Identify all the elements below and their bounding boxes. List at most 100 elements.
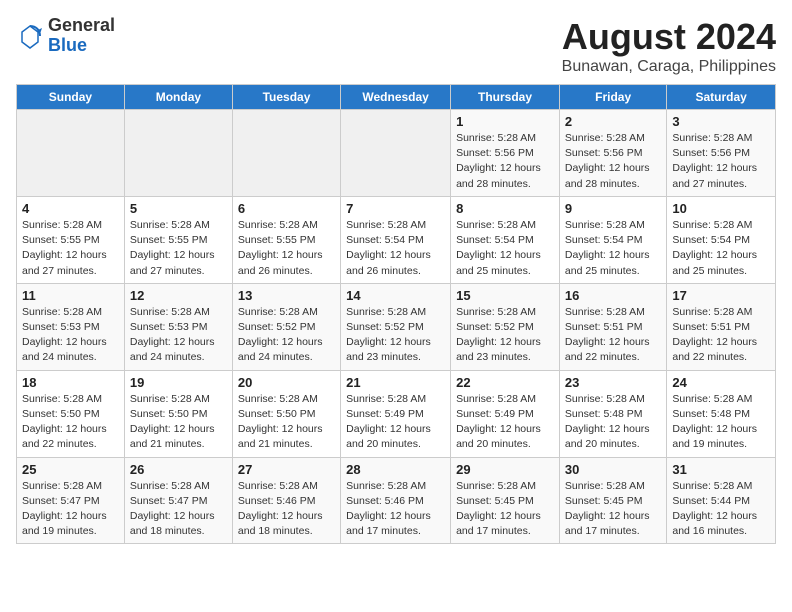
calendar-cell: 26Sunrise: 5:28 AM Sunset: 5:47 PM Dayli…	[124, 457, 232, 544]
cell-date-number: 22	[456, 375, 554, 390]
cell-date-number: 4	[22, 201, 119, 216]
cell-info-text: Sunrise: 5:28 AM Sunset: 5:53 PM Dayligh…	[130, 305, 227, 366]
calendar-cell: 17Sunrise: 5:28 AM Sunset: 5:51 PM Dayli…	[667, 283, 776, 370]
cell-date-number: 23	[565, 375, 661, 390]
calendar-cell: 23 Sunrise: 5:28 AM Sunset: 5:48 PM Dayli…	[559, 370, 666, 457]
calendar-cell: 6 Sunrise: 5:28 AM Sunset: 5:55 PM Daylig…	[232, 196, 340, 283]
cell-date-number: 10	[672, 201, 770, 216]
cell-info-text: Sunrise: 5:28 AM Sunset: 5:54 PM Dayligh…	[456, 218, 554, 279]
calendar-cell: 15 Sunrise: 5:28 AM Sunset: 5:52 PM Dayli…	[451, 283, 560, 370]
cell-info-text: Sunrise: 5:28 AM Sunset: 5:51 PM Dayligh…	[672, 305, 770, 366]
title-block: August 2024 Bunawan, Caraga, Philippines	[562, 16, 776, 76]
cell-date-number: 25	[22, 462, 119, 477]
header-row: SundayMondayTuesdayWednesdayThursdayFrid…	[17, 85, 776, 110]
calendar-cell: 19Sunrise: 5:28 AM Sunset: 5:50 PM Dayli…	[124, 370, 232, 457]
cell-info-text: Sunrise: 5:28 AM Sunset: 5:44 PM Dayligh…	[672, 479, 770, 540]
logo-blue-text: Blue	[48, 36, 115, 56]
calendar-cell: 20 Sunrise: 5:28 AM Sunset: 5:50 PM Dayli…	[232, 370, 340, 457]
calendar-cell: 21 Sunrise: 5:28 AM Sunset: 5:49 PM Dayli…	[341, 370, 451, 457]
calendar-cell: 8Sunrise: 5:28 AM Sunset: 5:54 PM Daylig…	[451, 196, 560, 283]
cell-info-text: Sunrise: 5:28 AM Sunset: 5:46 PM Dayligh…	[238, 479, 335, 540]
calendar-body: 1 Sunrise: 5:28 AM Sunset: 5:56 PM Daylig…	[17, 110, 776, 544]
day-header-thursday: Thursday	[451, 85, 560, 110]
cell-info-text: Sunrise: 5:28 AM Sunset: 5:54 PM Dayligh…	[672, 218, 770, 279]
day-header-saturday: Saturday	[667, 85, 776, 110]
calendar-cell	[124, 110, 232, 197]
calendar-cell: 10 Sunrise: 5:28 AM Sunset: 5:54 PM Dayli…	[667, 196, 776, 283]
calendar-cell: 13 Sunrise: 5:28 AM Sunset: 5:52 PM Dayli…	[232, 283, 340, 370]
calendar-cell: 2 Sunrise: 5:28 AM Sunset: 5:56 PM Daylig…	[559, 110, 666, 197]
calendar-cell: 5 Sunrise: 5:28 AM Sunset: 5:55 PM Daylig…	[124, 196, 232, 283]
cell-date-number: 1	[456, 114, 554, 129]
calendar-cell: 9Sunrise: 5:28 AM Sunset: 5:54 PM Daylig…	[559, 196, 666, 283]
cell-date-number: 21	[346, 375, 445, 390]
cell-date-number: 14	[346, 288, 445, 303]
cell-info-text: Sunrise: 5:28 AM Sunset: 5:48 PM Dayligh…	[565, 392, 661, 453]
logo-icon	[16, 22, 44, 50]
cell-date-number: 29	[456, 462, 554, 477]
page-header: General Blue August 2024 Bunawan, Caraga…	[16, 16, 776, 76]
cell-date-number: 3	[672, 114, 770, 129]
cell-date-number: 31	[672, 462, 770, 477]
calendar-week-4: 18 Sunrise: 5:28 AM Sunset: 5:50 PM Dayli…	[17, 370, 776, 457]
cell-date-number: 6	[238, 201, 335, 216]
calendar-cell: 18 Sunrise: 5:28 AM Sunset: 5:50 PM Dayli…	[17, 370, 125, 457]
cell-date-number: 12	[130, 288, 227, 303]
calendar-week-1: 1 Sunrise: 5:28 AM Sunset: 5:56 PM Daylig…	[17, 110, 776, 197]
cell-date-number: 7	[346, 201, 445, 216]
cell-date-number: 2	[565, 114, 661, 129]
calendar-header: SundayMondayTuesdayWednesdayThursdayFrid…	[17, 85, 776, 110]
cell-info-text: Sunrise: 5:28 AM Sunset: 5:56 PM Dayligh…	[565, 131, 661, 192]
cell-info-text: Sunrise: 5:28 AM Sunset: 5:50 PM Dayligh…	[22, 392, 119, 453]
day-header-wednesday: Wednesday	[341, 85, 451, 110]
calendar-table: SundayMondayTuesdayWednesdayThursdayFrid…	[16, 84, 776, 544]
calendar-cell: 30Sunrise: 5:28 AM Sunset: 5:45 PM Dayli…	[559, 457, 666, 544]
calendar-week-5: 25 Sunrise: 5:28 AM Sunset: 5:47 PM Dayli…	[17, 457, 776, 544]
calendar-cell: 14 Sunrise: 5:28 AM Sunset: 5:52 PM Dayli…	[341, 283, 451, 370]
cell-date-number: 18	[22, 375, 119, 390]
month-title: August 2024	[562, 16, 776, 58]
day-header-tuesday: Tuesday	[232, 85, 340, 110]
cell-info-text: Sunrise: 5:28 AM Sunset: 5:56 PM Dayligh…	[672, 131, 770, 192]
calendar-cell	[232, 110, 340, 197]
cell-info-text: Sunrise: 5:28 AM Sunset: 5:47 PM Dayligh…	[22, 479, 119, 540]
cell-date-number: 16	[565, 288, 661, 303]
calendar-cell	[17, 110, 125, 197]
cell-info-text: Sunrise: 5:28 AM Sunset: 5:52 PM Dayligh…	[238, 305, 335, 366]
cell-info-text: Sunrise: 5:28 AM Sunset: 5:52 PM Dayligh…	[456, 305, 554, 366]
cell-date-number: 24	[672, 375, 770, 390]
calendar-cell: 12 Sunrise: 5:28 AM Sunset: 5:53 PM Dayli…	[124, 283, 232, 370]
cell-date-number: 20	[238, 375, 335, 390]
calendar-cell: 22Sunrise: 5:28 AM Sunset: 5:49 PM Dayli…	[451, 370, 560, 457]
location: Bunawan, Caraga, Philippines	[562, 58, 776, 76]
cell-date-number: 30	[565, 462, 661, 477]
cell-info-text: Sunrise: 5:28 AM Sunset: 5:49 PM Dayligh…	[346, 392, 445, 453]
logo-text: General Blue	[48, 16, 115, 56]
cell-date-number: 27	[238, 462, 335, 477]
cell-date-number: 11	[22, 288, 119, 303]
calendar-cell	[341, 110, 451, 197]
cell-info-text: Sunrise: 5:28 AM Sunset: 5:52 PM Dayligh…	[346, 305, 445, 366]
cell-info-text: Sunrise: 5:28 AM Sunset: 5:50 PM Dayligh…	[238, 392, 335, 453]
cell-info-text: Sunrise: 5:28 AM Sunset: 5:54 PM Dayligh…	[346, 218, 445, 279]
cell-date-number: 15	[456, 288, 554, 303]
calendar-cell: 4Sunrise: 5:28 AM Sunset: 5:55 PM Daylig…	[17, 196, 125, 283]
day-header-friday: Friday	[559, 85, 666, 110]
calendar-cell: 1Sunrise: 5:28 AM Sunset: 5:56 PM Daylig…	[451, 110, 560, 197]
cell-info-text: Sunrise: 5:28 AM Sunset: 5:46 PM Dayligh…	[346, 479, 445, 540]
logo: General Blue	[16, 16, 115, 56]
cell-info-text: Sunrise: 5:28 AM Sunset: 5:53 PM Dayligh…	[22, 305, 119, 366]
cell-info-text: Sunrise: 5:28 AM Sunset: 5:55 PM Dayligh…	[238, 218, 335, 279]
day-header-sunday: Sunday	[17, 85, 125, 110]
cell-date-number: 28	[346, 462, 445, 477]
cell-date-number: 13	[238, 288, 335, 303]
cell-date-number: 5	[130, 201, 227, 216]
calendar-cell: 29 Sunrise: 5:28 AM Sunset: 5:45 PM Dayli…	[451, 457, 560, 544]
cell-info-text: Sunrise: 5:28 AM Sunset: 5:45 PM Dayligh…	[456, 479, 554, 540]
calendar-cell: 24Sunrise: 5:28 AM Sunset: 5:48 PM Dayli…	[667, 370, 776, 457]
calendar-week-3: 11 Sunrise: 5:28 AM Sunset: 5:53 PM Dayli…	[17, 283, 776, 370]
cell-info-text: Sunrise: 5:28 AM Sunset: 5:50 PM Dayligh…	[130, 392, 227, 453]
day-header-monday: Monday	[124, 85, 232, 110]
cell-info-text: Sunrise: 5:28 AM Sunset: 5:55 PM Dayligh…	[130, 218, 227, 279]
calendar-week-2: 4 Sunrise: 5:28 AM Sunset: 5:55 PM Daylig…	[17, 196, 776, 283]
